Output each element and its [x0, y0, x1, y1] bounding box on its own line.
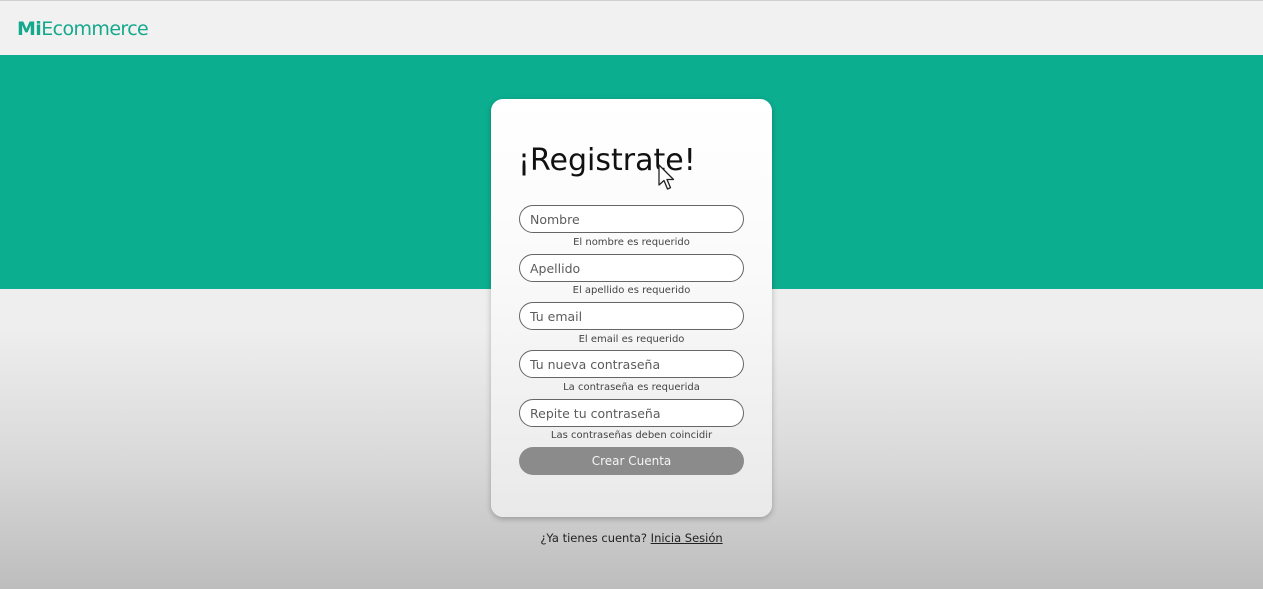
password-confirm-input[interactable] [519, 399, 744, 427]
logo-bold-text: Mi [17, 18, 42, 40]
create-account-button[interactable]: Crear Cuenta [519, 447, 744, 475]
nombre-error: El nombre es requerido [573, 237, 690, 248]
password-input[interactable] [519, 350, 744, 378]
login-prompt: ¿Ya tienes cuenta? Inicia Sesión [491, 531, 772, 545]
password-confirm-error: Las contraseñas deben coincidir [550, 430, 713, 441]
login-link[interactable]: Inicia Sesión [651, 531, 723, 545]
email-input[interactable] [519, 302, 744, 330]
top-bar: MiEcommerce [0, 0, 1263, 55]
brand-logo[interactable]: MiEcommerce [17, 18, 149, 40]
register-card: ¡Registrate! El nombre es requerido El a… [491, 99, 772, 517]
password-error: La contraseña es requerida [563, 382, 700, 393]
logo-light-text: Ecommerce [41, 18, 149, 40]
email-error: El email es requerido [578, 334, 685, 345]
apellido-input[interactable] [519, 254, 744, 282]
nombre-input[interactable] [519, 205, 744, 233]
arrow-cursor-icon [658, 164, 675, 190]
apellido-error: El apellido es requerido [572, 285, 691, 296]
login-question: ¿Ya tienes cuenta? [540, 531, 648, 545]
